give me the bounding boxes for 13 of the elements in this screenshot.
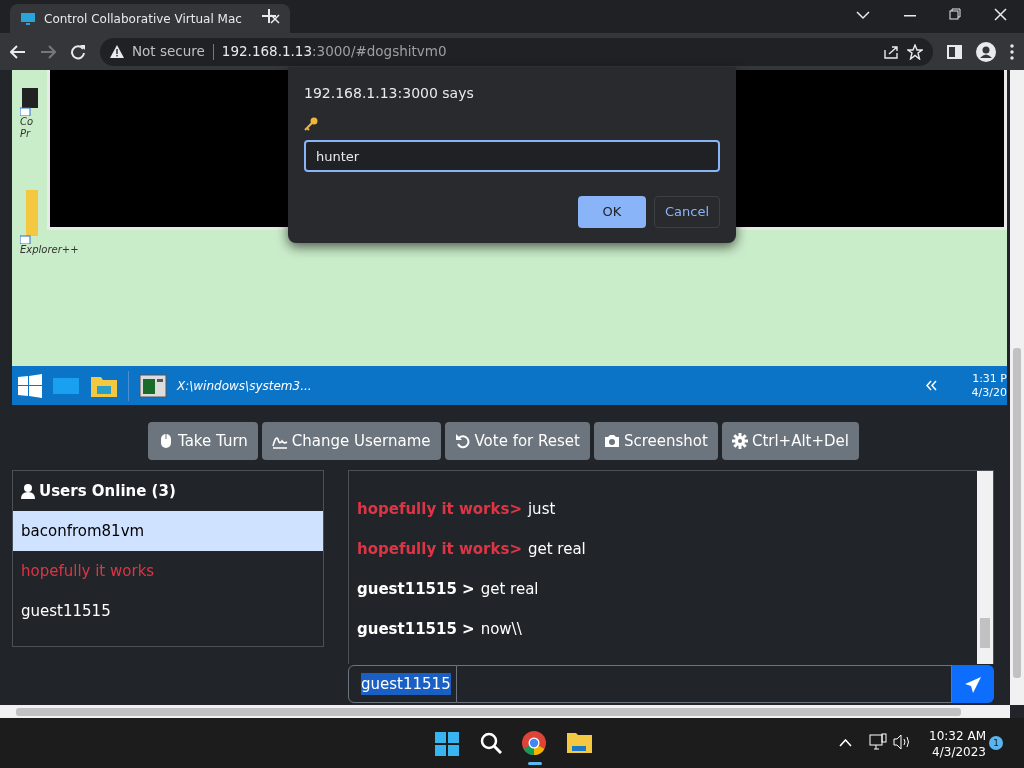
vm-clock-date: 4/3/20 <box>970 385 1007 400</box>
clock-date: 4/3/2023 <box>931 744 986 761</box>
chat-message: guest11515 > get real <box>356 578 540 600</box>
clock-time: 10:32 AM <box>928 728 986 745</box>
url-text: 192.168.1.13:3000/#dogshitvm0 <box>221 42 447 62</box>
chat-message: guest11515 > now\\ <box>356 618 523 640</box>
tab-title: Control Collaborative Virtual Mac <box>44 10 243 28</box>
users-title: Users Online (3) <box>39 480 176 502</box>
security-label: Not secure <box>132 42 205 62</box>
dialog-title: 192.168.1.13:3000 says <box>304 84 475 103</box>
chat-message: hopefully it works> just <box>356 498 557 520</box>
vm-clock-time: 1:31 P <box>971 371 1007 386</box>
chat-message: hopefully it works> get real <box>356 538 587 560</box>
